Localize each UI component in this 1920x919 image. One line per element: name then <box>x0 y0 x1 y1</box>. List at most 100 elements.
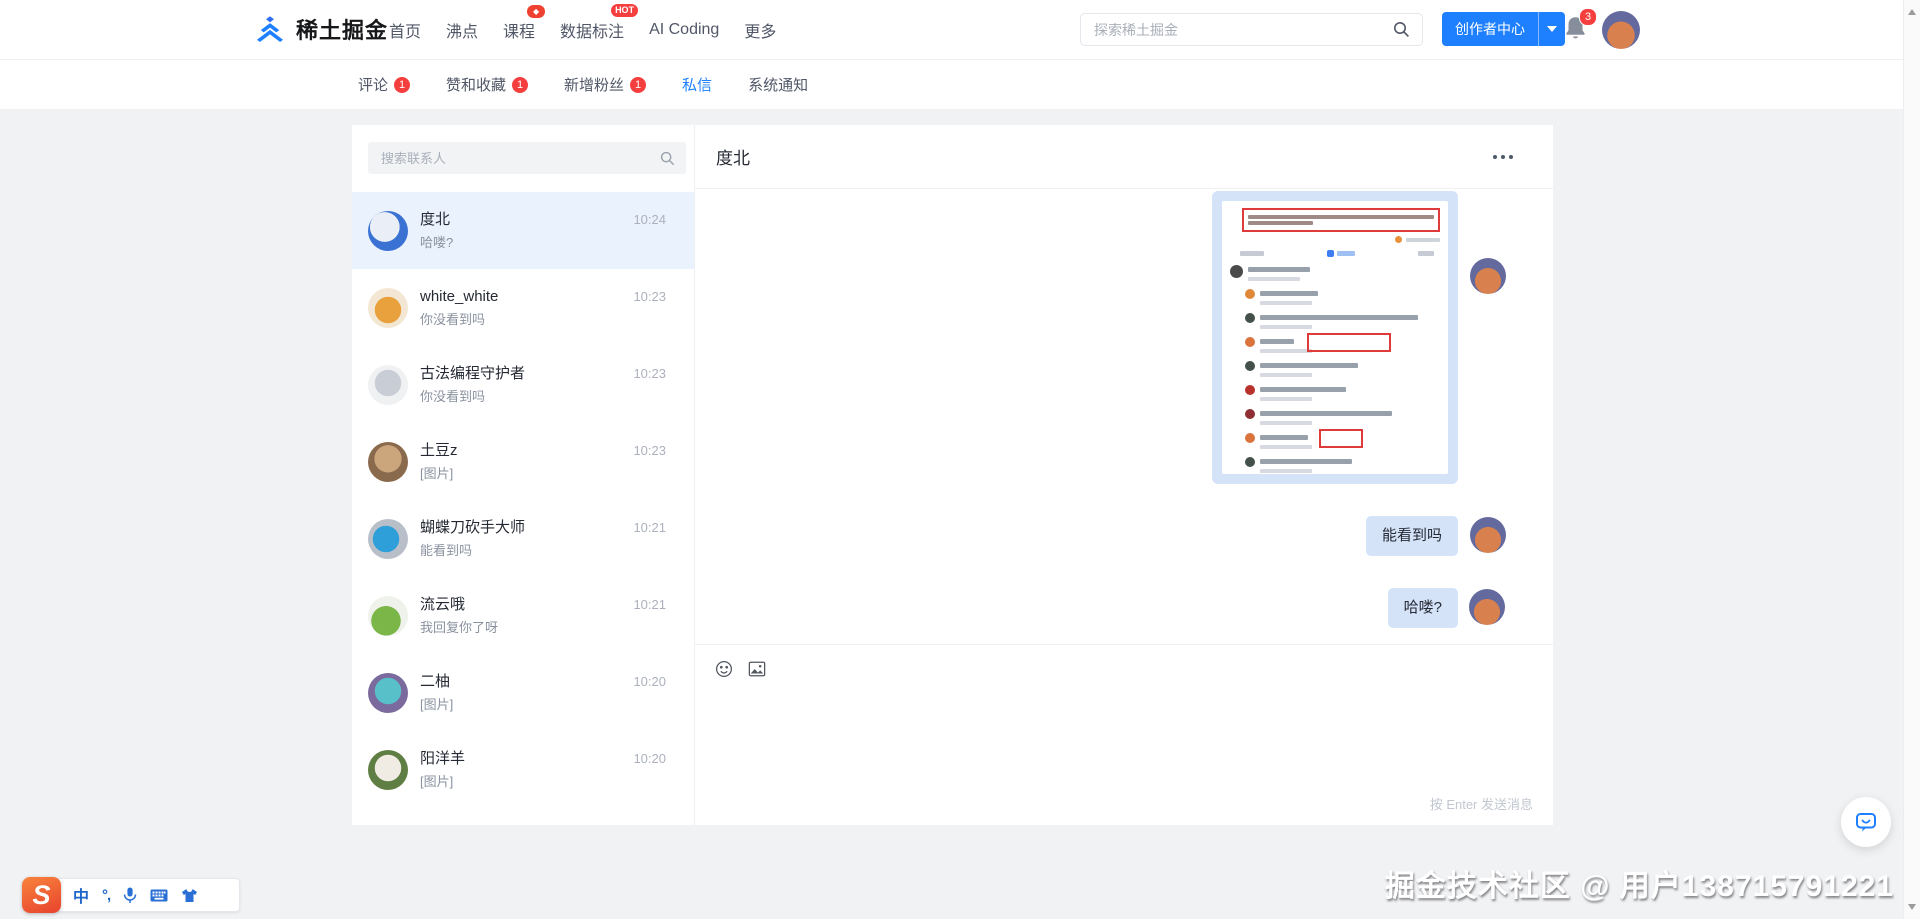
contact-row-gufa[interactable]: 古法编程守护者 你没看到吗 10:23 <box>352 346 694 423</box>
contact-list: 度北 哈喽? 10:24 white_white 你没看到吗 10:23 古法编… <box>352 192 694 825</box>
user-avatar[interactable] <box>1602 11 1640 49</box>
contact-name: 土豆z <box>420 443 621 459</box>
juejin-logo-icon <box>253 15 287 44</box>
juejin-logo[interactable]: 稀土掘金 <box>253 13 388 45</box>
contact-name: white_white <box>420 289 621 305</box>
main-nav: 首页 沸点 课程 ◆ 数据标注 HOT AI Coding 更多 <box>389 0 776 59</box>
contact-time: 10:20 <box>633 751 666 766</box>
ime-punctuation-toggle[interactable]: °, <box>102 887 110 904</box>
contact-last-message: 我回复你了呀 <box>420 621 621 635</box>
contact-last-message: 能看到吗 <box>420 544 621 558</box>
contact-avatar <box>368 288 408 328</box>
followers-count-badge: 1 <box>630 77 646 93</box>
contact-last-message: [图片] <box>420 467 621 481</box>
contact-time: 10:24 <box>633 212 666 227</box>
embedded-screenshot-comments <box>1230 264 1440 474</box>
subnav-tabs: 评论1 赞和收藏1 新增粉丝1 私信 系统通知 <box>358 60 1920 109</box>
contact-time: 10:21 <box>633 520 666 535</box>
ime-language-toggle[interactable]: 中 <box>73 883 89 907</box>
screenshot-comment-row <box>1245 312 1440 329</box>
ime-toolbox-icon[interactable] <box>211 887 227 903</box>
contact-last-message: [图片] <box>420 775 621 789</box>
conversation-header: 度北 <box>695 125 1553 189</box>
contact-last-message: 你没看到吗 <box>420 390 621 404</box>
contact-time: 10:21 <box>633 597 666 612</box>
screenshot-comment-row <box>1245 408 1440 425</box>
screenshot-highlighted-post <box>1242 208 1440 232</box>
tab-new-followers[interactable]: 新增粉丝1 <box>564 74 646 95</box>
nav-item-pins[interactable]: 沸点 <box>446 18 478 42</box>
contact-row-dubei[interactable]: 度北 哈喽? 10:24 <box>352 192 694 269</box>
outgoing-image-message[interactable] <box>1212 191 1458 484</box>
outgoing-text-message: 能看到吗 <box>1366 516 1458 556</box>
scroll-down-arrow[interactable] <box>1908 904 1916 910</box>
contact-avatar <box>368 442 408 482</box>
chevron-down-icon <box>1547 26 1557 32</box>
outgoing-avatar <box>1470 258 1506 294</box>
tab-system-notifications[interactable]: 系统通知 <box>748 74 808 95</box>
emoji-icon[interactable] <box>715 660 733 678</box>
nav-item-home[interactable]: 首页 <box>389 18 421 42</box>
more-options-icon[interactable] <box>1491 149 1515 165</box>
contact-avatar <box>368 596 408 636</box>
messages-panel: 度北 哈喽? 10:24 white_white 你没看到吗 10:23 古法编… <box>352 125 1553 825</box>
sogou-logo[interactable]: S <box>22 877 61 913</box>
top-navbar: 稀土掘金 首页 沸点 课程 ◆ 数据标注 HOT AI Coding 更多 创作… <box>0 0 1920 60</box>
image-upload-icon[interactable] <box>748 660 766 678</box>
contact-avatar <box>368 211 408 251</box>
search-icon[interactable] <box>1380 14 1422 45</box>
global-search-box <box>1080 13 1423 46</box>
contact-avatar <box>368 519 408 559</box>
screenshot-comment-row <box>1245 360 1440 377</box>
page-scrollbar[interactable] <box>1903 0 1920 919</box>
contact-name: 蝴蝶刀砍手大师 <box>420 520 621 536</box>
tab-comments[interactable]: 评论1 <box>358 74 410 95</box>
notification-bell[interactable]: 3 <box>1564 15 1587 45</box>
likes-count-badge: 1 <box>512 77 528 93</box>
chat-bubble-icon <box>1854 810 1878 834</box>
contact-search-input[interactable] <box>379 150 660 167</box>
tab-private-messages[interactable]: 私信 <box>682 74 712 95</box>
outgoing-avatar <box>1469 589 1505 625</box>
creator-dropdown-button[interactable] <box>1538 12 1565 46</box>
contact-row-hudiedao[interactable]: 蝴蝶刀砍手大师 能看到吗 10:21 <box>352 500 694 577</box>
contact-name: 流云哦 <box>420 597 621 613</box>
scroll-up-arrow[interactable] <box>1908 9 1916 15</box>
screenshot-comment-row <box>1245 432 1440 449</box>
screenshot-comment-row <box>1245 384 1440 401</box>
contact-name: 度北 <box>420 212 621 228</box>
microphone-icon[interactable] <box>123 887 137 904</box>
hot-badge: HOT <box>611 4 638 17</box>
nav-item-courses[interactable]: 课程 ◆ <box>503 18 535 42</box>
contact-avatar <box>368 750 408 790</box>
conversation-pane: 度北 能看到吗 哈喽? <box>695 125 1553 825</box>
outgoing-text-message: 哈喽? <box>1388 588 1458 628</box>
global-search-input[interactable] <box>1081 22 1380 38</box>
contact-last-message: 你没看到吗 <box>420 313 621 327</box>
message-input-area[interactable]: 按 Enter 发送消息 <box>695 644 1553 825</box>
contact-avatar <box>368 365 408 405</box>
contact-name: 古法编程守护者 <box>420 366 621 382</box>
tab-likes-collections[interactable]: 赞和收藏1 <box>446 74 528 95</box>
contact-row-liuyuno[interactable]: 流云哦 我回复你了呀 10:21 <box>352 577 694 654</box>
keyboard-icon[interactable] <box>150 889 168 902</box>
nav-item-data-annotation[interactable]: 数据标注 HOT <box>560 18 624 42</box>
nav-item-more[interactable]: 更多 <box>744 18 776 42</box>
screenshot-comment-row <box>1245 456 1440 473</box>
creator-center-button[interactable]: 创作者中心 <box>1442 12 1565 46</box>
contact-time: 10:23 <box>633 443 666 458</box>
embedded-screenshot <box>1222 201 1448 474</box>
contact-row-eryou[interactable]: 二柚 [图片] 10:20 <box>352 654 694 731</box>
conversation-title: 度北 <box>716 144 750 169</box>
contact-search-box <box>368 142 686 174</box>
screenshot-comment-row <box>1245 336 1440 353</box>
help-chat-widget-button[interactable] <box>1841 797 1891 847</box>
nav-item-ai-coding[interactable]: AI Coding <box>649 21 719 39</box>
skin-shirt-icon[interactable] <box>181 888 198 903</box>
input-method-toolbar: S 中 °, <box>22 877 240 913</box>
contact-search-icon[interactable] <box>660 151 675 166</box>
contact-row-yangyangyang[interactable]: 阳洋羊 [图片] 10:20 <box>352 731 694 808</box>
contact-last-message: [图片] <box>420 698 621 712</box>
contact-row-tudouz[interactable]: 土豆z [图片] 10:23 <box>352 423 694 500</box>
contact-row-white-white[interactable]: white_white 你没看到吗 10:23 <box>352 269 694 346</box>
